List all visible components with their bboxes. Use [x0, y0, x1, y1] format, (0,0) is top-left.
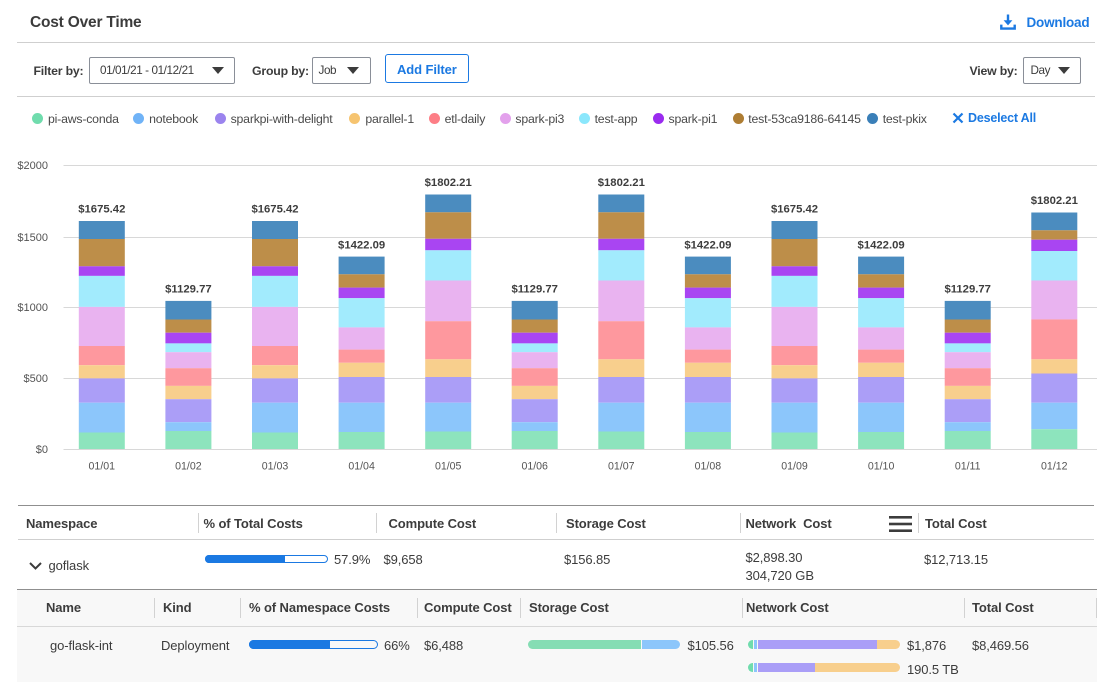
svg-text:01/04: 01/04	[348, 461, 375, 473]
svg-text:$1802.21: $1802.21	[425, 177, 472, 189]
svg-text:01/06: 01/06	[521, 461, 548, 473]
svg-text:$500: $500	[24, 373, 48, 385]
svg-text:$1500: $1500	[17, 232, 48, 244]
svg-text:01/01: 01/01	[89, 461, 116, 473]
svg-text:01/11: 01/11	[955, 461, 981, 473]
svg-text:$2000: $2000	[17, 160, 48, 172]
svg-text:$1129.77: $1129.77	[511, 284, 558, 296]
svg-text:$1422.09: $1422.09	[684, 239, 731, 251]
svg-text:01/02: 01/02	[175, 461, 202, 473]
svg-text:$1129.77: $1129.77	[165, 284, 212, 296]
svg-text:01/05: 01/05	[435, 461, 462, 473]
svg-text:01/09: 01/09	[781, 461, 808, 473]
svg-text:$1802.21: $1802.21	[598, 177, 645, 189]
svg-text:01/12: 01/12	[1041, 461, 1068, 473]
svg-text:$1000: $1000	[17, 302, 48, 314]
svg-text:$0: $0	[36, 444, 48, 456]
svg-text:$1675.42: $1675.42	[771, 204, 818, 216]
svg-text:01/07: 01/07	[608, 461, 635, 473]
svg-text:$1422.09: $1422.09	[858, 239, 905, 251]
svg-text:01/03: 01/03	[262, 461, 289, 473]
svg-text:$1802.21: $1802.21	[1031, 195, 1078, 207]
svg-text:$1422.09: $1422.09	[338, 239, 385, 251]
svg-text:$1129.77: $1129.77	[944, 284, 991, 296]
svg-text:$1675.42: $1675.42	[78, 204, 125, 216]
svg-text:01/10: 01/10	[868, 461, 895, 473]
svg-text:$1675.42: $1675.42	[251, 204, 298, 216]
svg-text:01/08: 01/08	[695, 461, 722, 473]
